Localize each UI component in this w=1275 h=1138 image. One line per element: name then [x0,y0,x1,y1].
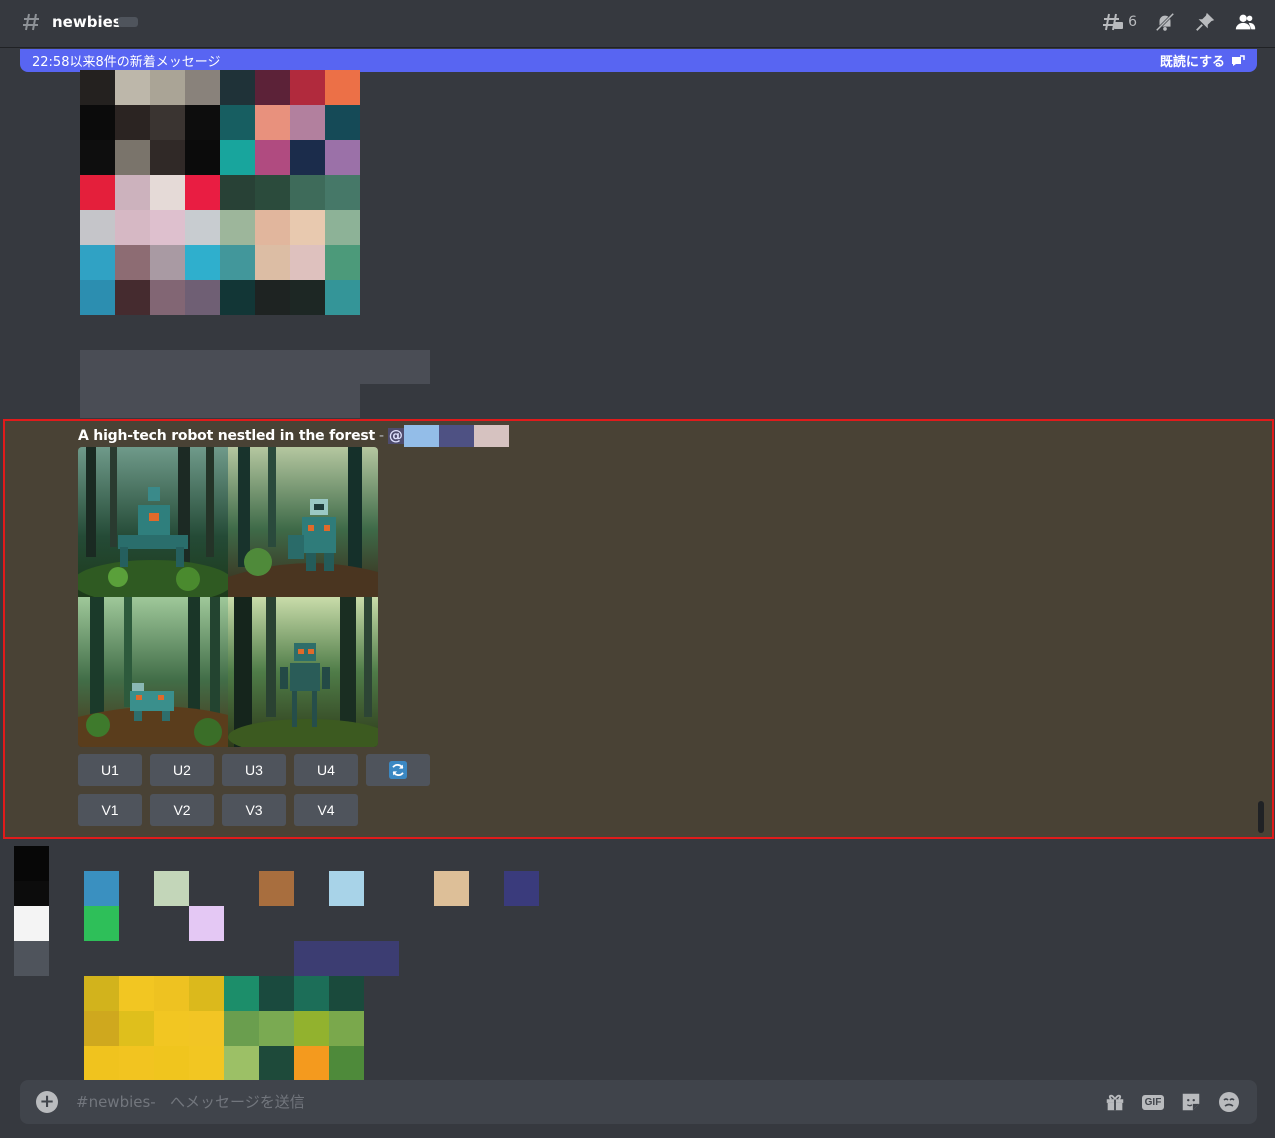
scrollbar-thumb[interactable] [1258,801,1264,833]
channel-name: newbies [52,13,122,31]
sticker-icon [1182,1093,1200,1111]
variation-button-1[interactable]: V1 [78,794,142,826]
generated-image-3[interactable] [78,597,228,747]
redacted-image-top [80,70,360,315]
pinned-messages-button[interactable] [1193,10,1217,34]
upscale-button-row: U1 U2 U3 U4 [78,754,430,786]
pin-icon [1196,12,1215,31]
redacted-text-block [80,350,430,384]
upscale-button-2[interactable]: U2 [150,754,214,786]
gif-button[interactable]: GIF [1141,1090,1165,1114]
mark-read-icon [1232,54,1245,66]
redacted-username [403,425,509,447]
upload-button[interactable]: + [36,1091,58,1113]
variation-button-4[interactable]: V4 [294,794,358,826]
generated-image-grid[interactable] [78,447,378,747]
generated-image-1[interactable] [78,447,228,597]
message-input[interactable] [76,1093,1103,1111]
gift-button[interactable] [1103,1090,1127,1114]
user-mention[interactable]: @ [387,428,404,444]
gift-icon [1106,1094,1124,1111]
prompt-text: A high-tech robot nestled in the forest [78,428,376,444]
channel-name-redacted [118,17,138,27]
members-icon [1235,14,1256,30]
message-header: A high-tech robot nestled in the forest … [78,425,509,447]
new-messages-bar[interactable]: 22:58以来8件の新着メッセージ 既読にする [20,49,1257,72]
variation-button-2[interactable]: V2 [150,794,214,826]
mark-as-read-label: 既読にする [1159,55,1225,70]
emoji-button[interactable] [1217,1090,1241,1114]
refresh-icon [389,761,407,779]
upscale-button-4[interactable]: U4 [294,754,358,786]
reroll-button[interactable] [366,754,430,786]
member-list-button[interactable] [1233,10,1257,34]
emoji-icon [1219,1092,1239,1112]
redacted-image-bottom [84,976,364,1081]
gif-icon: GIF [1141,1094,1165,1110]
mute-notifications-button[interactable] [1153,10,1177,34]
generated-image-4[interactable] [228,597,378,747]
generated-image-2[interactable] [228,447,378,597]
new-messages-text: 22:58以来8件の新着メッセージ [32,55,221,70]
sticker-button[interactable] [1179,1090,1203,1114]
message-composer: + GIF [20,1080,1257,1124]
plus-icon: + [39,1091,55,1112]
redacted-avatar [14,846,49,976]
separator: - [379,428,384,444]
channel-header: newbies 6 [0,0,1275,48]
mark-as-read-button[interactable]: 既読にする [1160,51,1245,70]
threads-button[interactable]: 6 [1101,10,1137,34]
thread-count: 6 [1128,14,1137,30]
text-channel-icon [23,13,39,31]
upscale-button-3[interactable]: U3 [222,754,286,786]
bell-slash-icon [1155,12,1175,32]
redacted-text-block [80,384,360,418]
highlighted-message: A high-tech robot nestled in the forest … [3,419,1274,839]
upscale-button-1[interactable]: U1 [78,754,142,786]
variation-button-3[interactable]: V3 [222,794,286,826]
threads-icon [1103,13,1124,31]
variation-button-row: V1 V2 V3 V4 [78,794,358,826]
